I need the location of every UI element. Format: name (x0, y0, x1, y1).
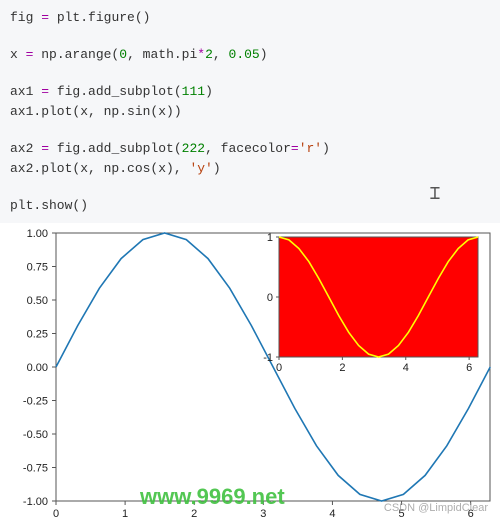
svg-text:0: 0 (276, 362, 282, 374)
svg-text:1.00: 1.00 (27, 228, 48, 240)
svg-text:2: 2 (339, 362, 345, 374)
svg-text:-0.75: -0.75 (23, 462, 48, 474)
svg-text:0: 0 (53, 508, 59, 520)
svg-text:1: 1 (122, 508, 128, 520)
svg-text:6: 6 (466, 362, 472, 374)
blank-line (10, 28, 490, 45)
svg-text:6: 6 (468, 508, 474, 520)
svg-text:2: 2 (191, 508, 197, 520)
svg-text:0: 0 (267, 292, 273, 304)
code-line-2: x = np.arange(0, math.pi*2, 0.05) (10, 45, 490, 65)
code-line-7: plt.show() (10, 196, 490, 216)
svg-text:3: 3 (260, 508, 266, 520)
main-axes: -1.00-0.75-0.50-0.250.000.250.500.751.00… (0, 223, 500, 528)
code-block: fig = plt.figure() x = np.arange(0, math… (0, 0, 500, 223)
blank-line (10, 180, 490, 197)
svg-text:5: 5 (398, 508, 404, 520)
svg-text:1: 1 (267, 232, 273, 244)
svg-text:0.50: 0.50 (27, 295, 48, 307)
code-line-1: fig = plt.figure() (10, 8, 490, 28)
svg-text:-1: -1 (263, 352, 273, 364)
matplotlib-figure: -1.00-0.75-0.50-0.250.000.250.500.751.00… (0, 223, 500, 528)
code-line-3: ax1 = fig.add_subplot(111) (10, 82, 490, 102)
blank-line (10, 122, 490, 139)
svg-text:0.25: 0.25 (27, 328, 48, 340)
code-line-5: ax2 = fig.add_subplot(222, facecolor='r'… (10, 139, 490, 159)
svg-text:-0.25: -0.25 (23, 395, 48, 407)
text-cursor-icon: Ꮖ (430, 186, 441, 204)
svg-text:0.75: 0.75 (27, 261, 48, 273)
code-line-6: ax2.plot(x, np.cos(x), 'y') (10, 159, 490, 179)
svg-text:4: 4 (403, 362, 409, 374)
blank-line (10, 65, 490, 82)
svg-text:-0.50: -0.50 (23, 429, 48, 441)
svg-text:0.00: 0.00 (27, 362, 48, 374)
svg-text:4: 4 (329, 508, 335, 520)
code-line-4: ax1.plot(x, np.sin(x)) (10, 102, 490, 122)
